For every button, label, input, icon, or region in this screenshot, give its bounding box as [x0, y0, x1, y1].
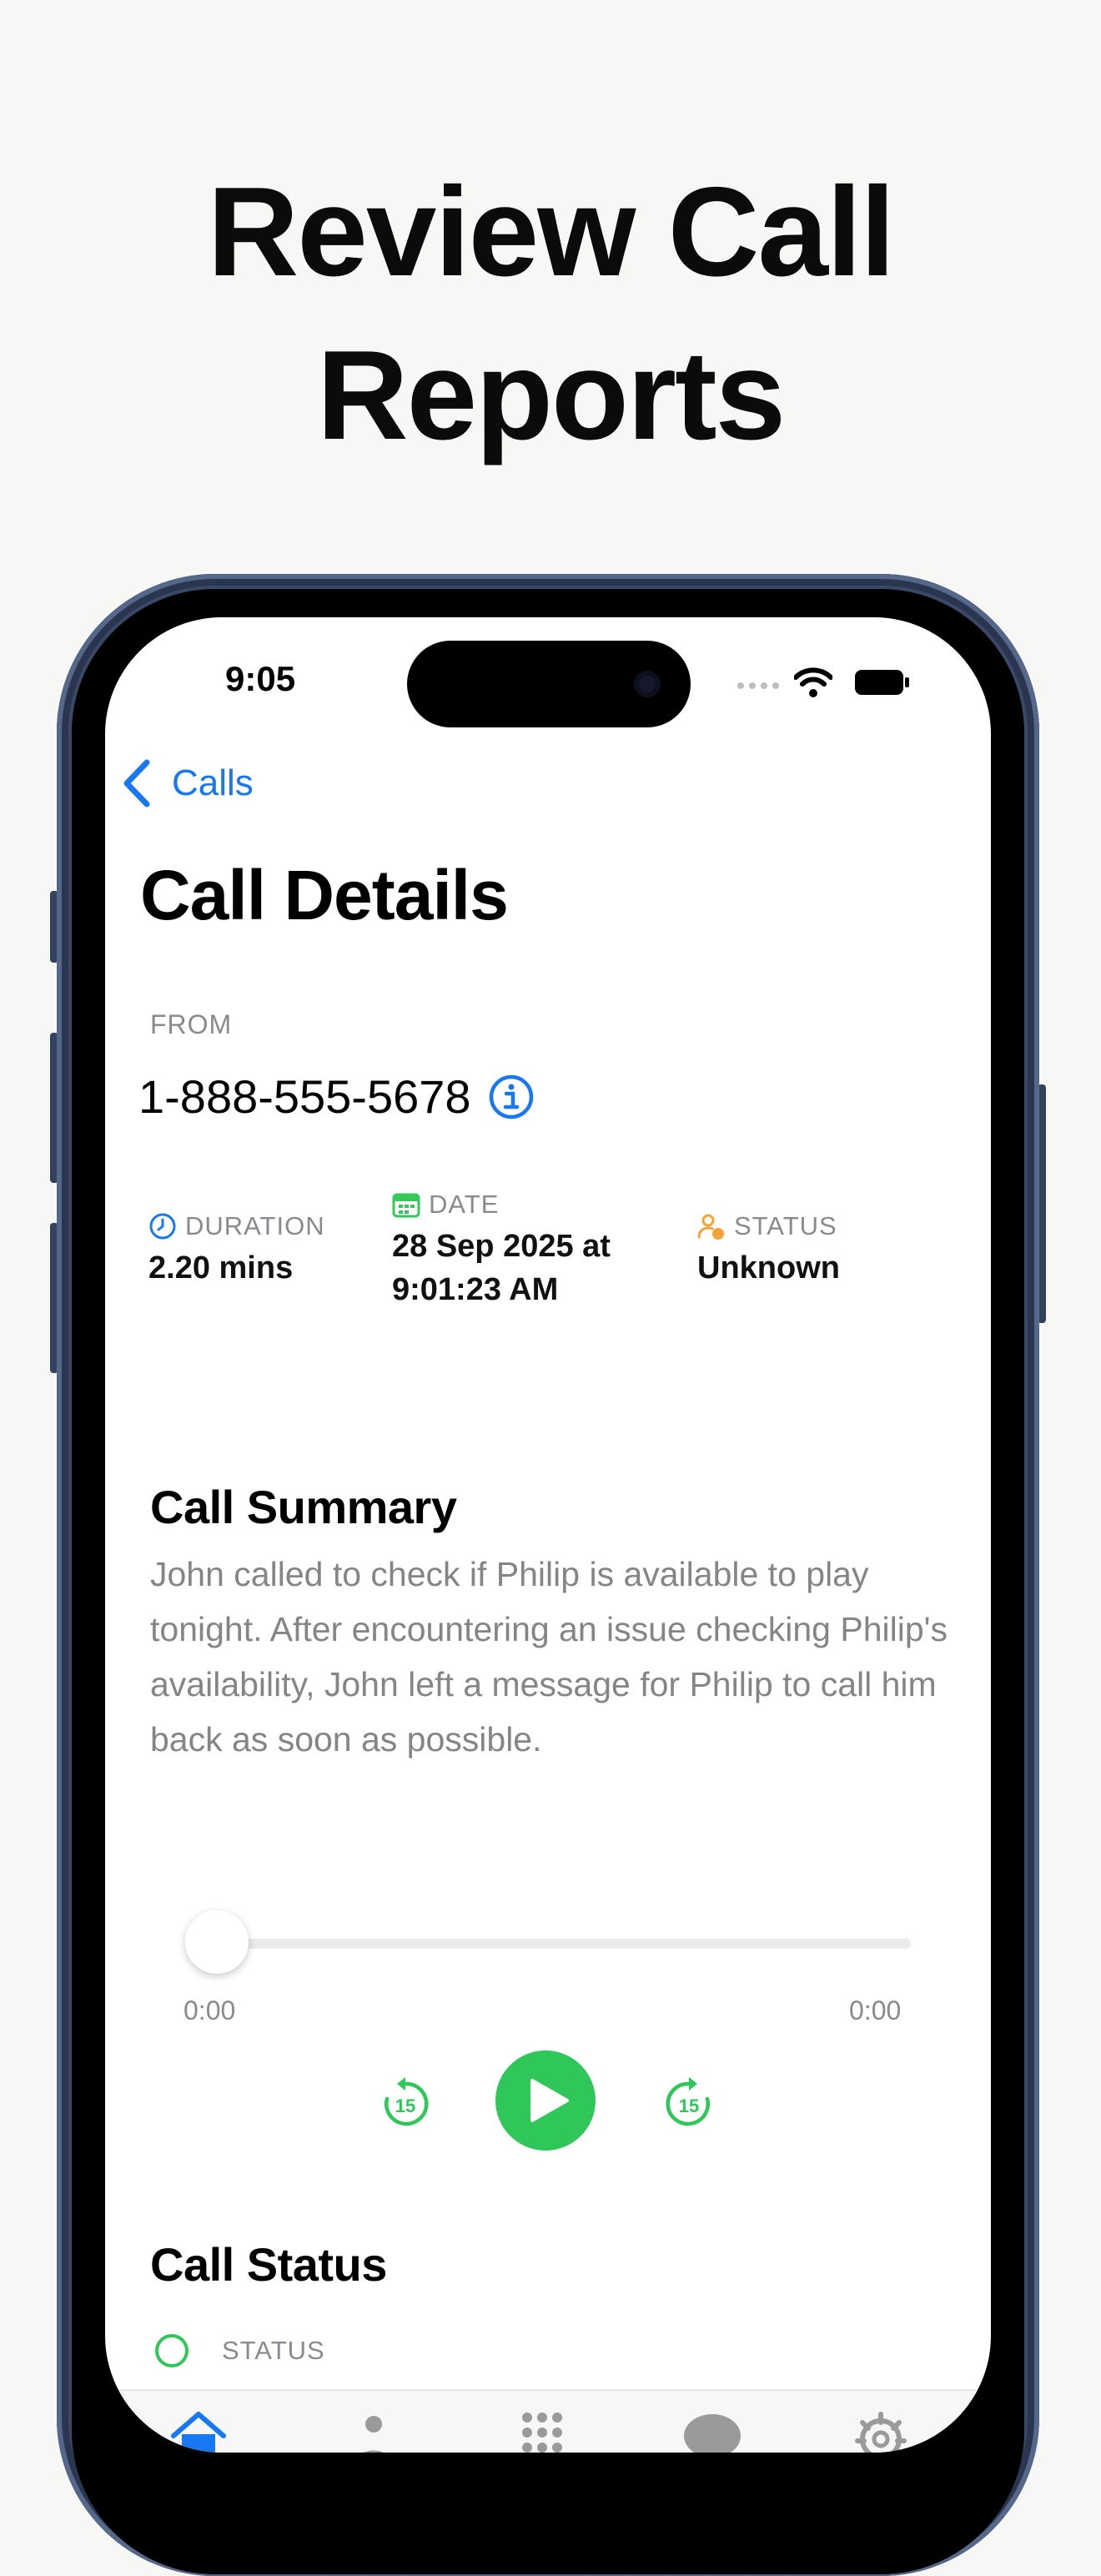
total-time: 0:00	[849, 1995, 902, 2025]
call-status-heading: Call Status	[150, 2238, 387, 2291]
status-time: 9:05	[225, 659, 296, 698]
tab-bar	[105, 2389, 991, 2453]
call-status-label: STATUS	[222, 2336, 325, 2365]
person-question-icon	[697, 1214, 724, 1240]
headline-line-1: Review Call	[207, 161, 896, 303]
home-icon[interactable]	[165, 2406, 232, 2453]
status-check-icon	[155, 2334, 189, 2367]
back-label: Calls	[172, 762, 254, 803]
back-button[interactable]: Calls	[120, 759, 254, 808]
current-time: 0:00	[184, 1995, 236, 2025]
play-button[interactable]	[495, 2050, 596, 2151]
from-label: FROM	[150, 1009, 233, 1039]
camera-icon	[634, 671, 661, 697]
status-label: STATUS	[734, 1211, 837, 1240]
duration-stat: DURATION 2.20 mins	[148, 1211, 325, 1290]
skip-back-15-icon[interactable]: 15	[375, 2074, 435, 2134]
call-summary-heading: Call Summary	[150, 1481, 457, 1533]
audio-scrubber-thumb[interactable]	[185, 1910, 249, 1974]
call-summary-text: John called to check if Philip is availa…	[150, 1555, 948, 1758]
status-stat: STATUS Unknown	[697, 1211, 840, 1290]
dynamic-island	[407, 641, 691, 727]
clock-icon	[149, 1213, 176, 1240]
date-value-line-1: 28 Sep 2025 at	[392, 1229, 611, 1264]
headline: Review Call Reports	[0, 150, 1101, 477]
skip-forward-15-icon[interactable]: 15	[659, 2074, 719, 2134]
phone-screen: 9:05 Calls Call Details FROM 1-888-555-5…	[105, 617, 991, 2453]
duration-label: DURATION	[185, 1211, 325, 1240]
battery-icon	[855, 670, 909, 695]
wifi-icon	[794, 667, 832, 697]
date-label: DATE	[429, 1190, 500, 1219]
gear-icon[interactable]	[847, 2406, 914, 2453]
date-value-line-2: 9:01:23 AM	[392, 1272, 559, 1307]
svg-text:15: 15	[395, 2096, 415, 2116]
message-icon[interactable]	[679, 2406, 746, 2453]
audio-scrubber-track[interactable]	[192, 1939, 911, 1949]
keypad-icon[interactable]	[509, 2406, 576, 2453]
signal-dots-icon	[737, 682, 779, 689]
date-stat: DATE 28 Sep 2025 at 9:01:23 AM	[392, 1190, 611, 1311]
headline-line-2: Reports	[316, 325, 786, 466]
page-title: Call Details	[140, 856, 509, 934]
caller-number-text: 1-888-555-5678	[138, 1070, 471, 1123]
chevron-left-icon	[123, 759, 150, 808]
info-icon[interactable]	[488, 1074, 535, 1120]
caller-number: 1-888-555-5678	[138, 1069, 535, 1124]
play-icon	[530, 2079, 569, 2122]
status-value: Unknown	[697, 1250, 840, 1285]
person-icon[interactable]	[340, 2406, 407, 2453]
duration-value: 2.20 mins	[148, 1250, 294, 1285]
calendar-icon	[392, 1193, 420, 1218]
svg-text:15: 15	[679, 2096, 699, 2116]
